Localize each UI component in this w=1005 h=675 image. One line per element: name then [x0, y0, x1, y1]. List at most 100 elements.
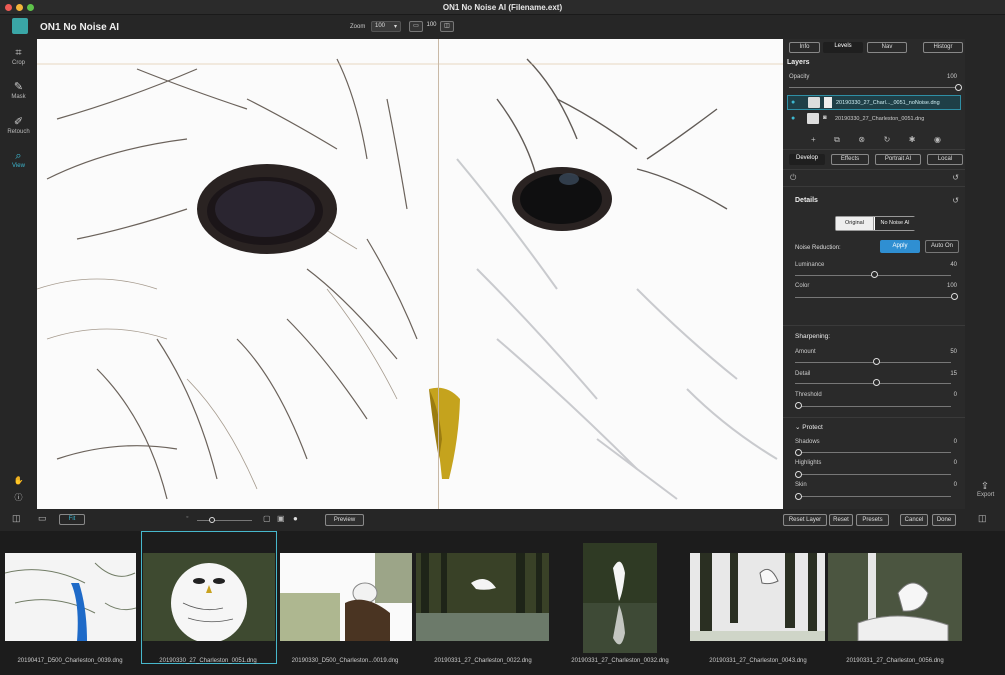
skin-slider-knob[interactable] [795, 493, 802, 500]
zoom-select[interactable]: 100 ▾ [371, 21, 401, 32]
reset-layer-button[interactable]: Reset Layer [783, 514, 827, 526]
view-magnifier-icon: ⌕ [15, 150, 22, 162]
delete-layer-icon[interactable]: ◉ [934, 135, 941, 145]
egret-reflection-photo [583, 543, 657, 653]
tab-effects[interactable]: Effects [831, 154, 869, 165]
tool-extra-2[interactable]: ⓘ [0, 492, 37, 504]
auto-on-button[interactable]: Auto On [925, 240, 959, 253]
highlights-slider-knob[interactable] [795, 471, 802, 478]
thumbnail-filename: 20190330_27_Charleston_0051.dng [159, 658, 257, 664]
original-noisenoise-toggle[interactable]: Original No Noise AI [835, 216, 915, 231]
thumbnail-filename: 20190417_D500_Charleston_0039.dng [17, 658, 123, 664]
zoom-slider-track[interactable] [197, 520, 252, 521]
thumbnail-filename: 20190331_27_Charleston_0032.dng [571, 658, 669, 664]
export-button[interactable]: ⇪ Export [977, 481, 994, 498]
filmstrip: 20190417_D500_Charleston_0039.dng 201903… [0, 531, 1005, 675]
toggle-no-noise-ai[interactable]: No Noise AI [875, 217, 915, 230]
layer-row-denoised[interactable]: ● 20190330_27_Charl..._0051_noNoise.dng [787, 95, 961, 110]
reset-button[interactable]: Reset [829, 514, 853, 526]
thumbnail-peacock[interactable] [5, 553, 136, 641]
view-compare-icon[interactable]: ▣ [277, 514, 285, 523]
zoom-fit-button[interactable]: ▭ [409, 21, 423, 32]
zoom-out-icon[interactable]: ◦ [186, 514, 188, 521]
settings-gear-icon[interactable]: ✱ [909, 135, 916, 145]
tab-histogram[interactable]: Histogr [923, 42, 963, 53]
detail-slider-knob[interactable] [873, 379, 880, 386]
skin-label: Skin [795, 482, 807, 488]
zoom-100-button[interactable]: 100 [425, 21, 438, 32]
info-icon: ⓘ [14, 493, 23, 502]
tool-mask[interactable]: ✎ Mask [0, 81, 37, 100]
threshold-slider-knob[interactable] [795, 402, 802, 409]
app-logo-icon [12, 18, 28, 34]
layer-row-original[interactable]: ● ◙ 20190330_27_Charleston_0051.dng [787, 112, 961, 127]
thumbnail-owl[interactable] [143, 553, 275, 641]
split-view-divider[interactable] [438, 39, 439, 509]
mask-view-icon[interactable]: ● [293, 514, 298, 523]
tab-portrait-ai[interactable]: Portrait AI [875, 154, 921, 165]
shadows-slider-knob[interactable] [795, 449, 802, 456]
tool-retouch[interactable]: ✐ Retouch [0, 116, 37, 135]
details-reset-icon[interactable]: ↺ [952, 196, 959, 205]
thumbnail-eagle[interactable] [280, 553, 412, 641]
color-slider-track[interactable] [795, 297, 951, 298]
tab-levels[interactable]: Levels [823, 42, 863, 53]
power-icon[interactable]: ⏻ [790, 173, 796, 183]
cancel-button[interactable]: Cancel [900, 514, 928, 526]
thumbnail-egrets-trees[interactable] [690, 553, 825, 641]
done-button[interactable]: Done [932, 514, 956, 526]
thumbnail-egret-reflection[interactable] [583, 543, 657, 653]
thumbnail-filename: 20190331_27_Charleston_0056.dng [846, 658, 944, 664]
divider [783, 169, 965, 170]
shadows-slider-track[interactable] [795, 452, 951, 453]
zoom-fit-bottom[interactable]: Fit [59, 514, 85, 525]
luminance-value: 40 [950, 262, 957, 268]
eye-icon[interactable]: ● [791, 115, 795, 122]
zoom-slider-knob[interactable] [209, 517, 215, 523]
tool-crop[interactable]: ⌗ Crop [0, 47, 37, 66]
panel-toggle-icon[interactable]: ◫ [12, 513, 21, 524]
preview-button[interactable]: Preview [325, 514, 364, 526]
tool-label: Mask [11, 94, 26, 100]
tab-local[interactable]: Local [927, 154, 963, 165]
tab-develop[interactable]: Develop [789, 154, 825, 165]
merge-layer-icon[interactable]: ⊗ [858, 135, 865, 145]
add-layer-icon[interactable]: + [811, 135, 816, 145]
app-toolbar: ON1 No Noise AI Zoom 100 ▾ ▭ 100 ◫ [0, 15, 1005, 39]
filmstrip-toggle-icon[interactable]: ◫ [978, 513, 987, 524]
opacity-slider-knob[interactable] [955, 84, 962, 91]
apply-label: Apply [892, 243, 908, 249]
color-label: Color [795, 283, 810, 289]
thumbnail-egret-nest[interactable] [828, 553, 962, 641]
owl-photo [37, 39, 783, 509]
apply-button[interactable]: Apply [880, 240, 920, 253]
view-single-icon[interactable]: ▢ [263, 514, 271, 523]
eye-icon[interactable]: ● [791, 99, 795, 106]
color-slider-knob[interactable] [951, 293, 958, 300]
toggle-original[interactable]: Original [836, 217, 874, 230]
tool-extra-1[interactable]: ✋ [0, 475, 37, 487]
luminance-slider-knob[interactable] [871, 271, 878, 278]
presets-button[interactable]: Presets [856, 514, 889, 526]
reset-icon[interactable]: ↺ [952, 173, 959, 182]
hand-icon: ✋ [13, 476, 24, 485]
thumbnail-egret-flying[interactable] [416, 553, 549, 641]
skin-slider-track[interactable] [795, 496, 951, 497]
threshold-slider-track[interactable] [795, 406, 951, 407]
compare-icon[interactable]: ▭ [38, 513, 47, 524]
divider [783, 186, 965, 187]
rotate-icon[interactable]: ↻ [884, 135, 891, 145]
amount-slider-knob[interactable] [873, 358, 880, 365]
tool-view[interactable]: ⌕ View [0, 150, 37, 169]
split-view-button[interactable]: ◫ [440, 21, 454, 32]
image-canvas[interactable] [37, 39, 783, 509]
divider [783, 325, 965, 326]
duplicate-layer-icon[interactable]: ⧉ [834, 135, 840, 145]
opacity-slider-track[interactable] [789, 87, 959, 88]
highlights-slider-track[interactable] [795, 474, 951, 475]
thumbnail-filename: 20190331_27_Charleston_0043.dng [709, 658, 807, 664]
eagle-photo [280, 553, 412, 641]
tab-info[interactable]: Info [789, 42, 820, 53]
tab-nav[interactable]: Nav [867, 42, 907, 53]
protect-section[interactable]: ⌄ Protect [795, 423, 823, 431]
